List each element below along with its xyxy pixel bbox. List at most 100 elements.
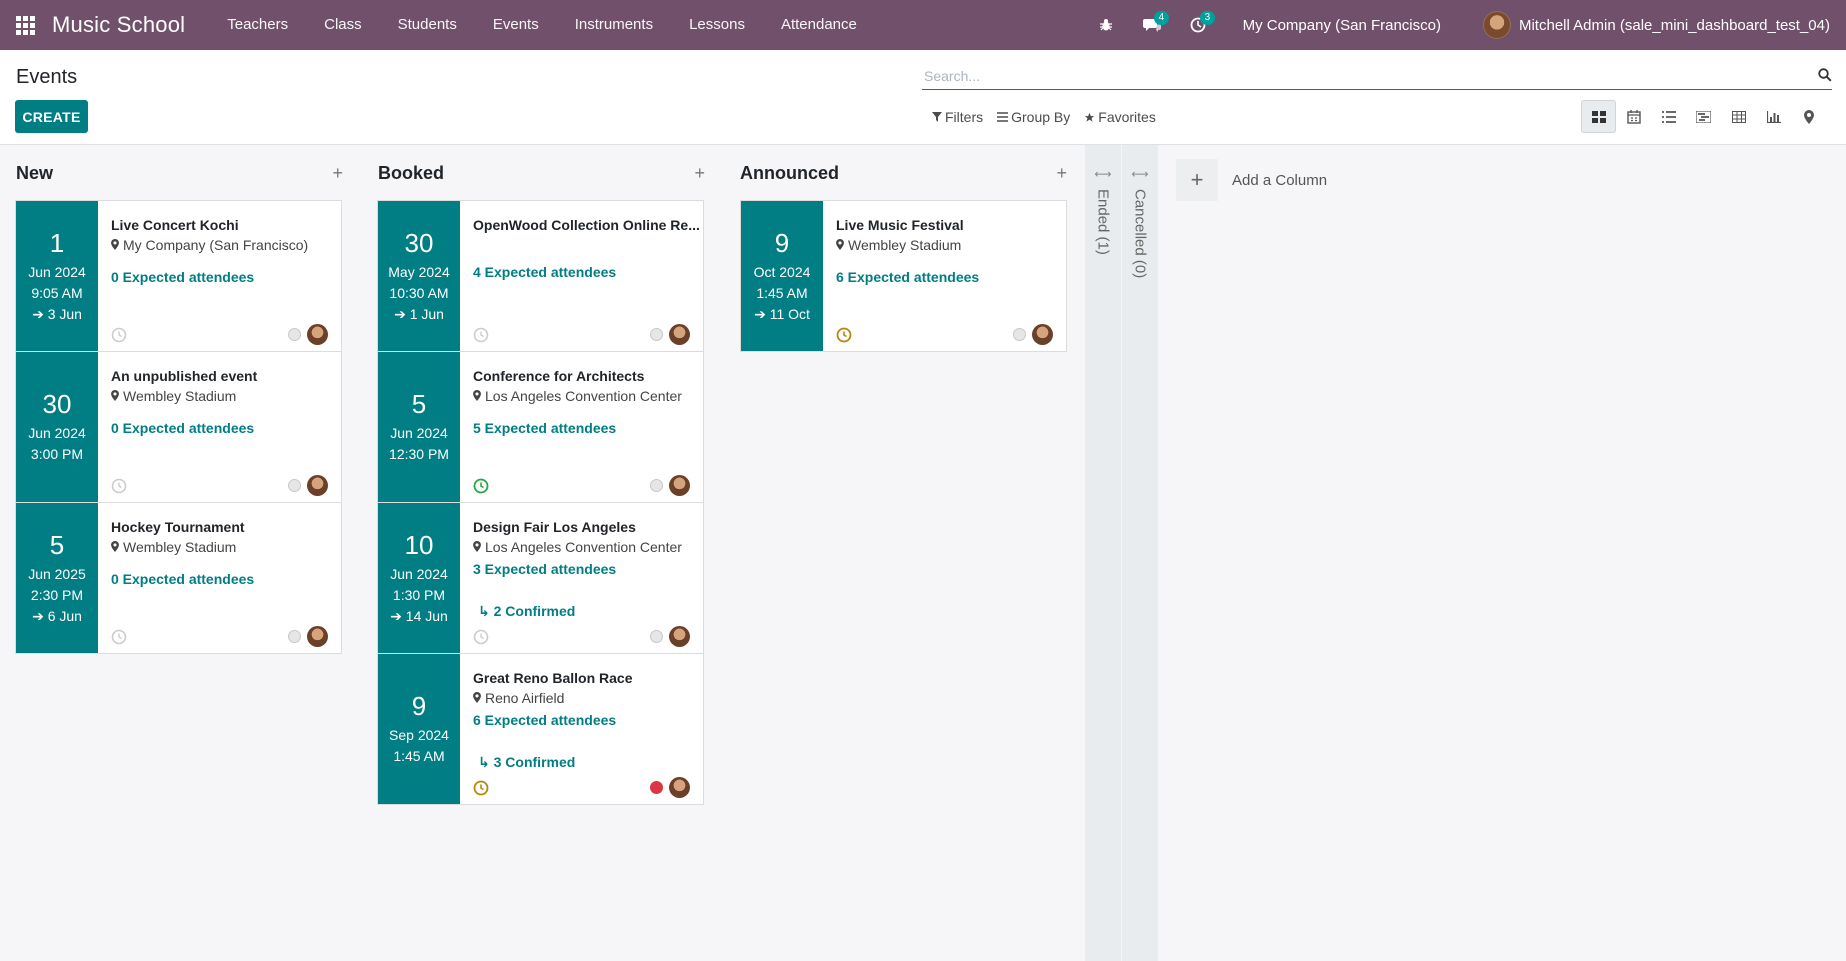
app-title[interactable]: Music School bbox=[52, 12, 185, 38]
event-expected-attendees[interactable]: 5 Expected attendees bbox=[473, 420, 703, 436]
event-card[interactable]: 5 Jun 2025 2:30 PM ➔ 6 Jun Hockey Tourna… bbox=[15, 502, 342, 654]
messages-icon[interactable]: 4 bbox=[1129, 0, 1175, 50]
kanban-state-indicator[interactable] bbox=[650, 479, 663, 492]
user-name: Mitchell Admin (sale_mini_dashboard_test… bbox=[1518, 16, 1830, 34]
search-icon[interactable] bbox=[1818, 68, 1832, 86]
activity-clock-icon[interactable] bbox=[111, 478, 127, 494]
calendar-view-icon[interactable] bbox=[1616, 100, 1651, 133]
event-card[interactable]: 5 Jun 2024 12:30 PM Conference for Archi… bbox=[377, 351, 704, 503]
kanban-state-indicator[interactable] bbox=[650, 781, 663, 794]
kanban-state-indicator[interactable] bbox=[650, 630, 663, 643]
activity-clock-icon[interactable] bbox=[836, 327, 852, 343]
event-location: Wembley Stadium bbox=[111, 388, 341, 404]
search-input[interactable] bbox=[922, 67, 1832, 84]
folded-column-ended[interactable]: ⟷ Ended (1) bbox=[1085, 145, 1121, 961]
add-column-label: Add a Column bbox=[1232, 171, 1328, 189]
event-date-block: 9 Sep 2024 1:45 AM bbox=[378, 654, 460, 804]
kanban-column-announced: Announced + bbox=[740, 145, 1067, 201]
kanban-view-icon[interactable] bbox=[1581, 100, 1616, 133]
menu-item-events[interactable]: Events bbox=[475, 0, 557, 50]
menu-item-teachers[interactable]: Teachers bbox=[209, 0, 306, 50]
user-menu[interactable]: Mitchell Admin (sale_mini_dashboard_test… bbox=[1463, 11, 1846, 39]
filters-button[interactable]: Filters bbox=[932, 109, 983, 125]
responsible-avatar bbox=[669, 626, 690, 647]
kanban-state-indicator[interactable] bbox=[1013, 328, 1026, 341]
activity-clock-icon[interactable] bbox=[473, 780, 489, 796]
event-day: 1 bbox=[49, 227, 65, 258]
kanban-state-indicator[interactable] bbox=[650, 328, 663, 341]
list-view-icon[interactable] bbox=[1651, 100, 1686, 133]
event-time: 1:30 PM bbox=[392, 586, 446, 603]
kanban-state-indicator[interactable] bbox=[288, 328, 301, 341]
activity-clock-icon[interactable] bbox=[473, 478, 489, 494]
reply-arrow-icon: ↳ bbox=[478, 754, 494, 770]
map-view-icon[interactable] bbox=[1791, 100, 1826, 133]
company-switcher[interactable]: My Company (San Francisco) bbox=[1221, 17, 1463, 34]
kanban-state-indicator[interactable] bbox=[288, 630, 301, 643]
event-expected-attendees[interactable]: 6 Expected attendees bbox=[836, 269, 1066, 285]
event-month-year: Jun 2024 bbox=[28, 263, 86, 280]
graph-view-icon[interactable] bbox=[1756, 100, 1791, 133]
event-date-block: 30 Jun 2024 3:00 PM bbox=[16, 352, 98, 502]
page-title: Events bbox=[16, 66, 78, 88]
event-expected-attendees[interactable]: 0 Expected attendees bbox=[111, 269, 341, 285]
column-quick-create-icon[interactable]: + bbox=[694, 163, 705, 184]
event-card[interactable]: 10 Jun 2024 1:30 PM ➔ 14 Jun Design Fair… bbox=[377, 502, 704, 654]
event-location: Reno Airfield bbox=[473, 690, 703, 706]
event-expected-attendees[interactable]: 6 Expected attendees bbox=[473, 712, 703, 728]
filters-label: Filters bbox=[945, 109, 984, 125]
event-location: Los Angeles Convention Center bbox=[473, 539, 703, 555]
event-end: ➔ 6 Jun bbox=[32, 607, 82, 624]
menu-item-class[interactable]: Class bbox=[306, 0, 380, 50]
gantt-view-icon[interactable] bbox=[1686, 100, 1721, 133]
activity-clock-icon[interactable] bbox=[111, 327, 127, 343]
event-card[interactable]: 1 Jun 2024 9:05 AM ➔ 3 Jun Live Concert … bbox=[15, 200, 342, 352]
responsible-avatar bbox=[669, 475, 690, 496]
column-quick-create-icon[interactable]: + bbox=[332, 163, 343, 184]
event-card[interactable]: 9 Oct 2024 1:45 AM ➔ 11 Oct Live Music F… bbox=[740, 200, 1067, 352]
add-column-button[interactable]: + Add a Column bbox=[1176, 159, 1327, 201]
map-marker-icon bbox=[473, 539, 481, 555]
event-card[interactable]: 9 Sep 2024 1:45 AM Great Reno Ballon Rac… bbox=[377, 653, 704, 805]
event-day: 5 bbox=[49, 529, 65, 560]
search-options: Filters Group By Favorites bbox=[932, 109, 1156, 125]
pivot-view-icon[interactable] bbox=[1721, 100, 1756, 133]
event-time: 1:45 AM bbox=[756, 284, 808, 301]
plus-icon: + bbox=[1176, 159, 1218, 201]
event-end: ➔ 3 Jun bbox=[32, 305, 82, 322]
event-day: 9 bbox=[774, 227, 790, 258]
activity-clock-icon[interactable] bbox=[111, 629, 127, 645]
event-card[interactable]: 30 May 2024 10:30 AM ➔ 1 Jun OpenWood Co… bbox=[377, 200, 704, 352]
event-expected-attendees[interactable]: 0 Expected attendees bbox=[111, 420, 341, 436]
column-quick-create-icon[interactable]: + bbox=[1056, 163, 1067, 184]
menu-item-lessons[interactable]: Lessons bbox=[671, 0, 763, 50]
event-date-block: 9 Oct 2024 1:45 AM ➔ 11 Oct bbox=[741, 201, 823, 351]
apps-menu-icon[interactable] bbox=[0, 0, 50, 50]
event-time: 12:30 PM bbox=[389, 446, 449, 462]
event-card[interactable]: 30 Jun 2024 3:00 PM An unpublished event… bbox=[15, 351, 342, 503]
event-expected-attendees[interactable]: 3 Expected attendees bbox=[473, 561, 703, 577]
debug-bug-icon[interactable] bbox=[1083, 0, 1129, 50]
groupby-button[interactable]: Group By bbox=[997, 109, 1070, 125]
menu-item-attendance[interactable]: Attendance bbox=[763, 0, 875, 50]
event-title: An unpublished event bbox=[111, 368, 258, 384]
responsible-avatar bbox=[307, 626, 328, 647]
event-day: 30 bbox=[42, 389, 72, 419]
kanban-state-indicator[interactable] bbox=[288, 479, 301, 492]
event-title: Live Concert Kochi bbox=[111, 217, 239, 233]
activity-clock-icon[interactable] bbox=[473, 629, 489, 645]
create-button[interactable]: CREATE bbox=[15, 100, 88, 133]
event-expected-attendees[interactable]: 0 Expected attendees bbox=[111, 571, 341, 587]
menu-item-students[interactable]: Students bbox=[380, 0, 475, 50]
menu-item-instruments[interactable]: Instruments bbox=[557, 0, 671, 50]
event-title: Design Fair Los Angeles bbox=[473, 519, 636, 535]
kanban-column-booked: Booked + bbox=[378, 145, 705, 201]
activities-clock-icon[interactable]: 3 bbox=[1175, 0, 1221, 50]
event-time: 9:05 AM bbox=[31, 284, 83, 301]
favorites-button[interactable]: Favorites bbox=[1084, 109, 1156, 125]
folded-column-cancelled[interactable]: ⟷ Cancelled (0) bbox=[1122, 145, 1158, 961]
event-date-block: 1 Jun 2024 9:05 AM ➔ 3 Jun bbox=[16, 201, 98, 351]
event-expected-attendees[interactable]: 4 Expected attendees bbox=[473, 264, 703, 280]
activity-clock-icon[interactable] bbox=[473, 327, 489, 343]
event-location: My Company (San Francisco) bbox=[111, 237, 341, 253]
